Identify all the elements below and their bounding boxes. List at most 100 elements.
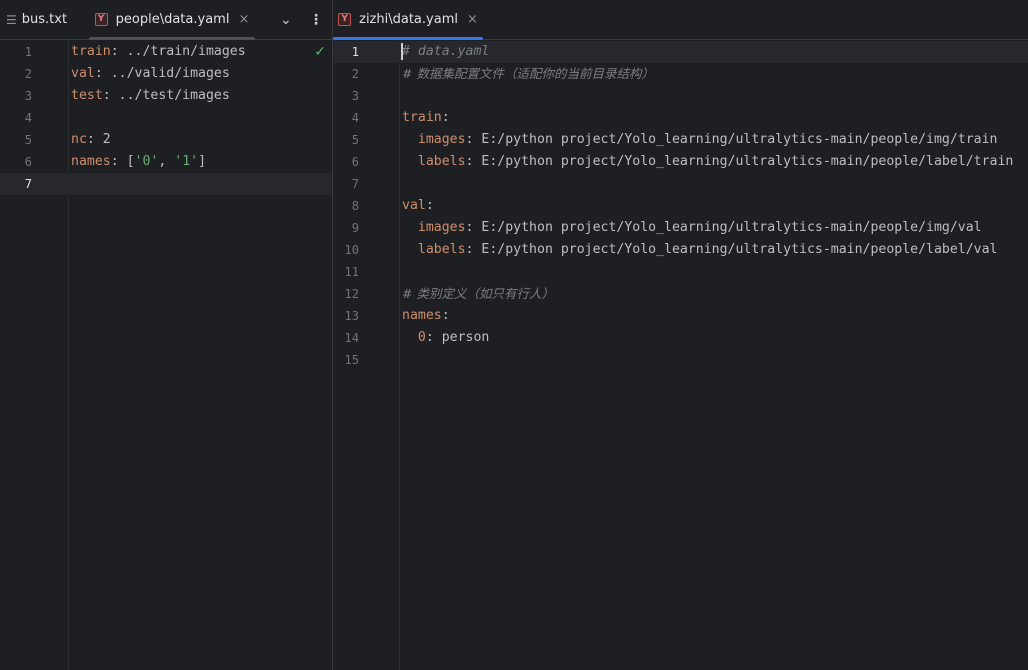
tab-bus-txt[interactable]: ☰ bus.txt bbox=[0, 0, 67, 39]
code-line[interactable]: 9 images: E:/python project/Yolo_learnin… bbox=[333, 217, 1028, 239]
text-caret bbox=[401, 43, 403, 60]
yaml-key: nc bbox=[71, 132, 87, 147]
line-number: 11 bbox=[344, 265, 359, 279]
yaml-key: val bbox=[402, 198, 426, 213]
line-number: 14 bbox=[344, 331, 359, 345]
left-editor-pane: ☰ bus.txt Y people\data.yaml × ⌄ ⋮ ✓ 1 tr… bbox=[0, 0, 332, 670]
code-line[interactable]: 11 bbox=[333, 261, 1028, 283]
line-number: 3 bbox=[351, 89, 359, 103]
yaml-key: train bbox=[71, 44, 111, 59]
yaml-separator: : bbox=[94, 66, 111, 81]
line-number: 3 bbox=[24, 89, 32, 103]
code-line[interactable]: 5 images: E:/python project/Yolo_learnin… bbox=[333, 129, 1028, 151]
more-options-icon[interactable]: ⋮ bbox=[309, 0, 323, 39]
line-number: 5 bbox=[24, 133, 32, 147]
code-line[interactable]: 3 test: ../test/images bbox=[0, 85, 332, 107]
tab-people-data-yaml[interactable]: Y people\data.yaml × bbox=[89, 0, 255, 40]
yaml-separator: : bbox=[465, 154, 482, 169]
yaml-separator: : bbox=[102, 88, 119, 103]
yaml-key: test bbox=[71, 88, 103, 103]
tab-zizhi-data-yaml[interactable]: Y zizhi\data.yaml × bbox=[333, 0, 483, 40]
yaml-separator: : bbox=[441, 110, 450, 125]
code-text: train: bbox=[402, 107, 450, 129]
code-text: images: E:/python project/Yolo_learning/… bbox=[402, 129, 998, 151]
close-icon[interactable]: × bbox=[467, 12, 478, 27]
line-number: 8 bbox=[351, 199, 359, 213]
line-number: 9 bbox=[351, 221, 359, 235]
code-text: labels: E:/python project/Yolo_learning/… bbox=[402, 239, 998, 261]
code-line[interactable]: 3 bbox=[333, 85, 1028, 107]
code-line[interactable]: 14 0: person bbox=[333, 327, 1028, 349]
yaml-value: E:/python project/Yolo_learning/ultralyt… bbox=[481, 132, 998, 147]
line-number: 5 bbox=[351, 133, 359, 147]
code-line[interactable]: 7 bbox=[0, 173, 332, 195]
yaml-separator: : bbox=[425, 330, 442, 345]
line-number: 6 bbox=[24, 155, 32, 169]
yaml-value: person bbox=[441, 330, 490, 345]
right-code-editor[interactable]: 1 # data.yaml 2 # 数据集配置文件（适配你的当前目录结构） 3 4 trai… bbox=[333, 40, 1028, 670]
yaml-key: names bbox=[402, 308, 442, 323]
yaml-comment: # 数据集配置文件（适配你的当前目录结构） bbox=[402, 66, 654, 81]
close-icon[interactable]: × bbox=[238, 12, 249, 27]
yaml-separator: : bbox=[465, 220, 482, 235]
yaml-string: '1' bbox=[174, 154, 199, 169]
yaml-value: ../test/images bbox=[118, 88, 230, 103]
yaml-separator: : bbox=[86, 132, 103, 147]
line-number: 4 bbox=[24, 111, 32, 125]
yaml-separator: : bbox=[425, 198, 434, 213]
code-line[interactable]: 6 labels: E:/python project/Yolo_learnin… bbox=[333, 151, 1028, 173]
code-line[interactable]: 6 names: ['0', '1'] bbox=[0, 151, 332, 173]
line-number: 4 bbox=[351, 111, 359, 125]
code-text: # data.yaml bbox=[402, 41, 489, 63]
yaml-value: 2 bbox=[102, 132, 111, 147]
yaml-value: ../train/images bbox=[126, 44, 246, 59]
yaml-separator: : bbox=[465, 132, 482, 147]
code-line[interactable]: 4 train: bbox=[333, 107, 1028, 129]
tab-label: people\data.yaml bbox=[115, 12, 230, 27]
right-editor-pane: Y zizhi\data.yaml × 1 # data.yaml 2 # 数据集配置… bbox=[333, 0, 1028, 670]
yaml-key: val bbox=[71, 66, 95, 81]
line-number: 12 bbox=[344, 287, 359, 301]
yaml-separator: : bbox=[441, 308, 450, 323]
right-tab-bar: Y zizhi\data.yaml × bbox=[333, 0, 1028, 40]
text-file-icon: ☰ bbox=[6, 12, 17, 27]
yaml-file-icon: Y bbox=[94, 13, 108, 26]
code-line[interactable]: 2 val: ../valid/images bbox=[0, 63, 332, 85]
code-line[interactable]: 8 val: bbox=[333, 195, 1028, 217]
line-number: 7 bbox=[24, 177, 32, 191]
code-text: test: ../test/images bbox=[71, 85, 230, 107]
yaml-key: names bbox=[71, 154, 111, 169]
line-number: 2 bbox=[24, 67, 32, 81]
chevron-down-icon[interactable]: ⌄ bbox=[280, 0, 292, 39]
yaml-key: images bbox=[417, 132, 466, 147]
code-line[interactable]: 10 labels: E:/python project/Yolo_learni… bbox=[333, 239, 1028, 261]
yaml-key: labels bbox=[417, 154, 466, 169]
line-number: 1 bbox=[351, 45, 359, 59]
code-text: labels: E:/python project/Yolo_learning/… bbox=[402, 151, 1013, 173]
yaml-punct: [ bbox=[126, 154, 135, 169]
code-text: nc: 2 bbox=[71, 129, 111, 151]
code-line[interactable]: 1 # data.yaml bbox=[333, 41, 1028, 63]
code-text: names: ['0', '1'] bbox=[71, 151, 206, 173]
code-line[interactable]: 5 nc: 2 bbox=[0, 129, 332, 151]
yaml-punct: ] bbox=[198, 154, 207, 169]
code-line[interactable]: 4 bbox=[0, 107, 332, 129]
code-line[interactable]: 12 # 类别定义（如只有行人） bbox=[333, 283, 1028, 305]
line-number: 1 bbox=[24, 45, 32, 59]
code-line[interactable]: 15 bbox=[333, 349, 1028, 371]
yaml-value: E:/python project/Yolo_learning/ultralyt… bbox=[481, 154, 1014, 169]
left-code-editor[interactable]: ✓ 1 train: ../train/images 2 val: ../valid/… bbox=[0, 40, 332, 670]
code-text: val: ../valid/images bbox=[71, 63, 230, 85]
code-line[interactable]: 1 train: ../train/images bbox=[0, 41, 332, 63]
code-line[interactable]: 7 bbox=[333, 173, 1028, 195]
code-text: val: bbox=[402, 195, 434, 217]
yaml-value: E:/python project/Yolo_learning/ultralyt… bbox=[481, 220, 982, 235]
yaml-value: E:/python project/Yolo_learning/ultralyt… bbox=[481, 242, 998, 257]
yaml-key: 0 bbox=[417, 330, 426, 345]
code-line[interactable]: 2 # 数据集配置文件（适配你的当前目录结构） bbox=[333, 63, 1028, 85]
yaml-separator: : bbox=[110, 44, 127, 59]
code-line[interactable]: 13 names: bbox=[333, 305, 1028, 327]
